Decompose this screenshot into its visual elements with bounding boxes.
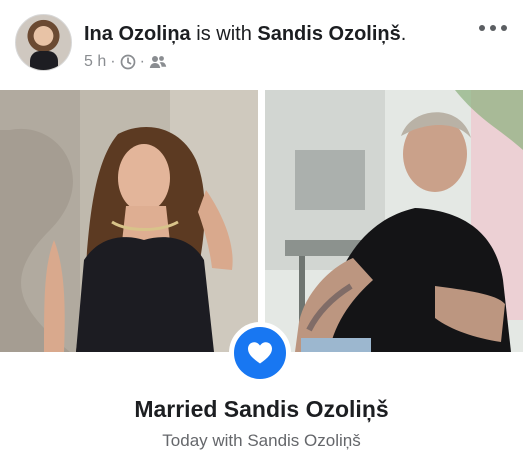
heart-icon — [248, 342, 272, 364]
author-avatar[interactable] — [15, 14, 72, 71]
more-dot-1 — [479, 25, 485, 31]
post-header: Ina Ozoliņa is with Sandis Ozoliņš. 5 h … — [0, 0, 523, 88]
tagged-name-link[interactable]: Sandis Ozoliņš — [257, 23, 400, 45]
life-event-heart-badge — [229, 322, 291, 384]
friends-icon[interactable] — [149, 54, 167, 70]
author-name-link[interactable]: Ina Ozoliņa — [84, 23, 191, 45]
photo-groom-image — [265, 90, 523, 352]
more-options-button[interactable] — [479, 20, 507, 36]
more-dot-2 — [490, 25, 496, 31]
post-headline: Ina Ozoliņa is with Sandis Ozoliņš. — [84, 22, 406, 46]
more-dot-3 — [501, 25, 507, 31]
post-meta: 5 h · · — [84, 52, 167, 72]
photo-bride-image — [0, 90, 258, 352]
post-time[interactable]: 5 h — [84, 52, 106, 72]
life-event-title: Married Sandis Ozoliņš — [134, 396, 389, 422]
life-event-subtitle: Today with Sandis Ozoliņš — [162, 431, 361, 450]
meta-separator-2: · — [139, 53, 145, 70]
photo-groom[interactable] — [265, 90, 523, 352]
meta-separator: · — [110, 53, 116, 70]
clock-icon — [120, 54, 136, 70]
headline-end: . — [400, 23, 407, 45]
photo-bride[interactable] — [0, 90, 258, 352]
headline-connector: is with — [190, 23, 258, 45]
